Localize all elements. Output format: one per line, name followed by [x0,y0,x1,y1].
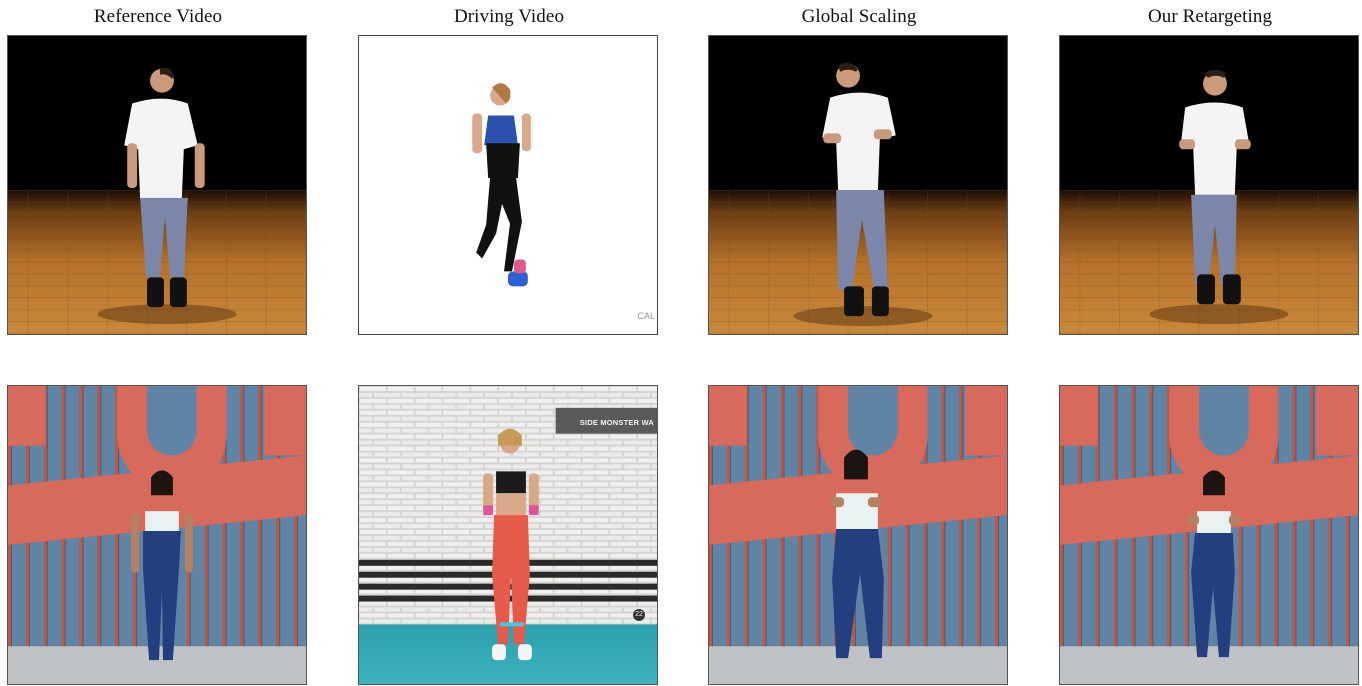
gym-scene-image [359,386,657,684]
letter-wall-scene-image [709,386,1007,684]
panel-reference-row1 [7,35,307,335]
counter-badge: 22 [633,609,645,621]
exercise-banner-text: SIDE MONSTER WA [579,418,654,427]
letter-wall-scene-image [1060,386,1358,684]
column-title-driving: Driving Video [453,6,565,27]
studio-scene-image [1060,36,1358,334]
panel-global-scaling-row2 [708,385,1008,685]
column-title-reference: Reference Video [93,6,223,27]
letter-wall-scene-image [8,386,306,684]
panel-driving-row1: CAL [358,35,658,335]
panel-global-scaling-row1 [708,35,1008,335]
studio-scene-image [709,36,1007,334]
studio-scene-image [8,36,306,334]
column-title-global-scaling: Global Scaling [801,6,917,27]
column-title-our-retargeting: Our Retargeting [1147,6,1273,27]
panel-our-retargeting-row2 [1059,385,1359,685]
panel-driving-row2: SIDE MONSTER WA 22 [358,385,658,685]
white-background-scene-image [359,36,657,334]
panel-reference-row2 [7,385,307,685]
watermark-text: CAL [637,311,655,321]
panel-our-retargeting-row1 [1059,35,1359,335]
